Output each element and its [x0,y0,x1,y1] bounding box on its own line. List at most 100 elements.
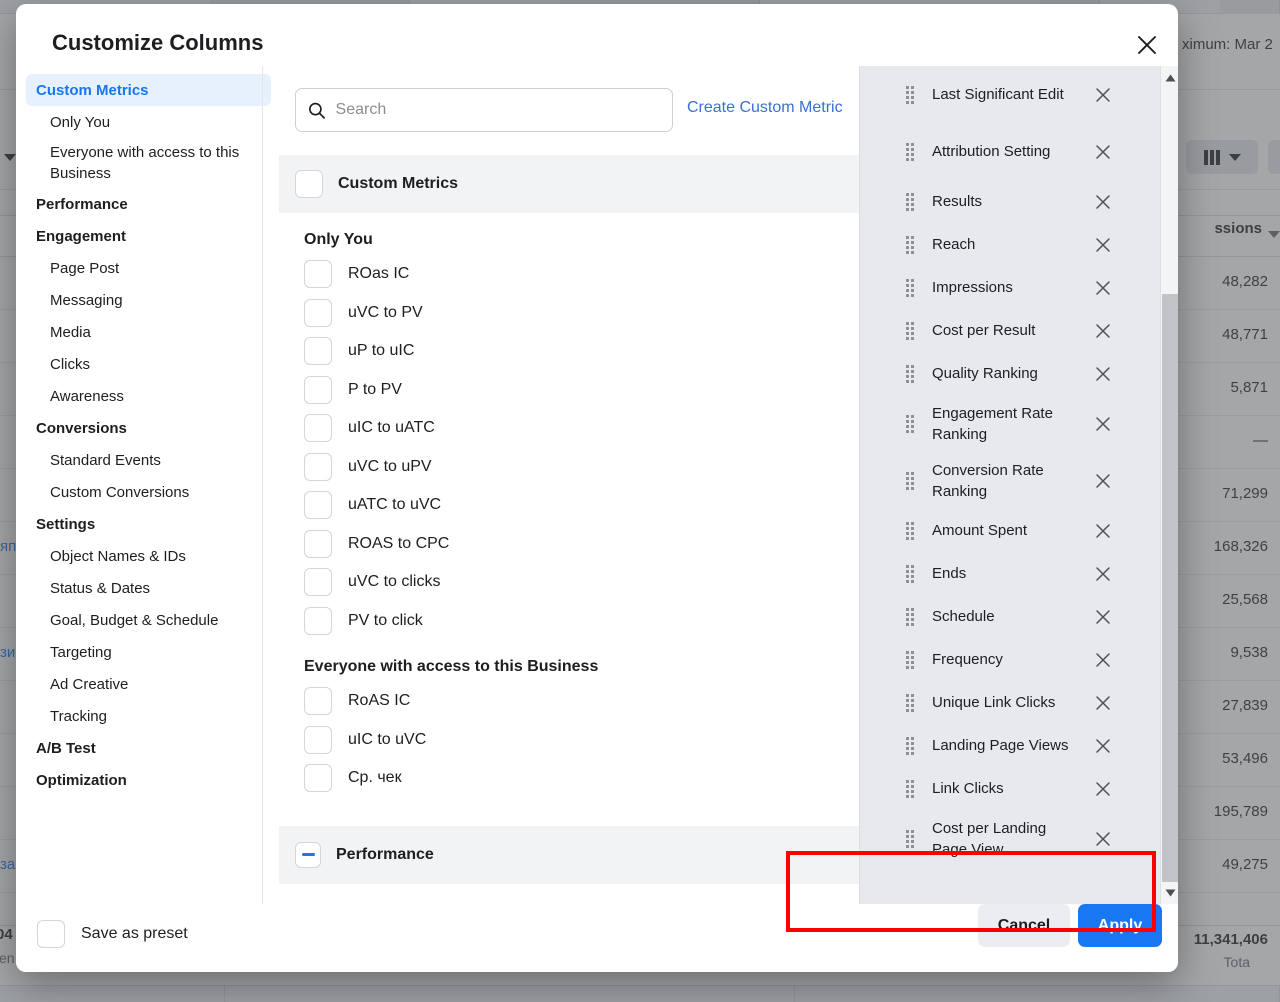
selected-column-row[interactable]: Attribution Setting [860,123,1148,180]
selected-column-row[interactable]: Link Clicks [860,767,1148,810]
drag-handle-icon[interactable] [906,235,914,254]
selected-column-row[interactable]: Amount Spent [860,509,1148,552]
nav-item-conversions[interactable]: Conversions [26,412,271,444]
nav-item-messaging[interactable]: Messaging [26,284,271,316]
metric-checkbox[interactable] [295,841,321,868]
metric-checkbox[interactable] [304,764,332,793]
metric-option-row[interactable]: uIC to uVC [279,721,863,760]
nav-item-media[interactable]: Media [26,316,271,348]
drag-handle-icon[interactable] [906,607,914,626]
drag-handle-icon[interactable] [906,779,914,798]
metric-checkbox[interactable] [304,452,332,481]
nav-item-custom-metrics[interactable]: Custom Metrics [26,74,271,106]
remove-column-button[interactable] [1092,649,1114,671]
metric-option-row[interactable]: uVC to clicks [279,563,863,602]
selected-column-row[interactable]: Results [860,180,1148,223]
selected-column-row[interactable]: Schedule [860,595,1148,638]
remove-column-button[interactable] [1092,692,1114,714]
selected-column-row[interactable]: Ends [860,552,1148,595]
nav-item-awareness[interactable]: Awareness [26,380,271,412]
remove-column-button[interactable] [1092,84,1114,106]
selected-column-row[interactable]: Reach [860,223,1148,266]
remove-column-button[interactable] [1092,828,1114,850]
metric-checkbox[interactable] [304,687,332,716]
remove-column-button[interactable] [1092,320,1114,342]
search-box[interactable] [295,88,673,132]
selected-column-row[interactable]: Conversion Rate Ranking [860,452,1148,509]
apply-button[interactable]: Apply [1078,904,1162,947]
metric-option-row[interactable]: ROAS to CPC [279,525,863,564]
nav-item-status-dates[interactable]: Status & Dates [26,572,271,604]
drag-handle-icon[interactable] [906,364,914,383]
selected-column-row[interactable]: Impressions [860,266,1148,309]
metric-checkbox[interactable] [304,260,332,289]
remove-column-button[interactable] [1092,277,1114,299]
drag-handle-icon[interactable] [906,521,914,540]
metric-option-row[interactable]: RoAS IC [279,682,863,721]
drag-handle-icon[interactable] [906,278,914,297]
metric-option-row[interactable]: uVC to PV [279,294,863,333]
selected-column-row[interactable]: Frequency [860,638,1148,681]
selected-column-row[interactable]: Unique Link Clicks [860,681,1148,724]
metric-option-row[interactable]: P to PV [279,371,863,410]
metric-checkbox[interactable] [304,337,332,366]
drag-handle-icon[interactable] [906,564,914,583]
drag-handle-icon[interactable] [906,736,914,755]
selected-columns-scrollbar[interactable] [1160,66,1178,904]
metric-option-row[interactable]: uVC to uPV [279,448,863,487]
nav-item-tracking[interactable]: Tracking [26,700,271,732]
drag-handle-icon[interactable] [906,829,914,848]
metric-checkbox[interactable] [304,375,332,404]
drag-handle-icon[interactable] [906,414,914,433]
nav-item-page-post[interactable]: Page Post [26,252,271,284]
metric-option-row[interactable]: ROas IC [279,255,863,294]
nav-item-ad-creative[interactable]: Ad Creative [26,668,271,700]
cancel-button[interactable]: Cancel [978,904,1070,947]
metric-group-custom-metrics[interactable]: Custom Metrics [279,155,863,213]
nav-item-settings[interactable]: Settings [26,508,271,540]
metric-option-row[interactable]: uP to uIC [279,332,863,371]
selected-column-row[interactable]: Quality Ranking [860,352,1148,395]
drag-handle-icon[interactable] [906,85,914,104]
remove-column-button[interactable] [1092,470,1114,492]
metric-option-row[interactable]: uIC to uATC [279,409,863,448]
scroll-down-button[interactable] [1161,883,1178,902]
search-input[interactable] [335,101,660,119]
nav-item-custom-conversions[interactable]: Custom Conversions [26,476,271,508]
create-custom-metric-link[interactable]: Create Custom Metric [687,99,843,117]
metric-option-row[interactable]: uATC to uVC [279,486,863,525]
nav-item-standard-events[interactable]: Standard Events [26,444,271,476]
metric-checkbox[interactable] [304,529,332,558]
save-as-preset-row[interactable]: Save as preset [37,920,188,948]
drag-handle-icon[interactable] [906,650,914,669]
metric-group-performance[interactable]: Performance [279,825,863,884]
remove-column-button[interactable] [1092,141,1114,163]
scroll-up-button[interactable] [1161,68,1178,87]
metrics-list[interactable]: Custom Metrics Only You ROas IC uVC to PV uP… [279,155,863,904]
metric-checkbox[interactable] [304,725,332,754]
remove-column-button[interactable] [1092,606,1114,628]
nav-item-only-you[interactable]: Only You [26,106,271,138]
save-as-preset-checkbox[interactable] [37,920,65,948]
metric-checkbox[interactable] [304,414,332,443]
selected-column-row[interactable]: Landing Page Views [860,724,1148,767]
metric-option-row[interactable]: PV to click [279,602,863,641]
category-nav[interactable]: Custom Metrics Only You Everyone with acce… [26,74,271,904]
drag-handle-icon[interactable] [906,142,914,161]
metric-option-row[interactable]: Ср. чек [279,759,863,798]
metric-checkbox[interactable] [304,606,332,635]
nav-item-goal-budget-schedule[interactable]: Goal, Budget & Schedule [26,604,271,636]
selected-columns-scrollbar-thumb[interactable] [1162,294,1178,882]
remove-column-button[interactable] [1092,520,1114,542]
close-dialog-button[interactable] [1126,24,1168,66]
metric-checkbox[interactable] [304,568,332,597]
drag-handle-icon[interactable] [906,321,914,340]
nav-item-engagement[interactable]: Engagement [26,220,271,252]
nav-item-performance[interactable]: Performance [26,188,271,220]
nav-item-clicks[interactable]: Clicks [26,348,271,380]
remove-column-button[interactable] [1092,563,1114,585]
metric-checkbox[interactable] [304,298,332,327]
nav-item-targeting[interactable]: Targeting [26,636,271,668]
drag-handle-icon[interactable] [906,693,914,712]
remove-column-button[interactable] [1092,735,1114,757]
